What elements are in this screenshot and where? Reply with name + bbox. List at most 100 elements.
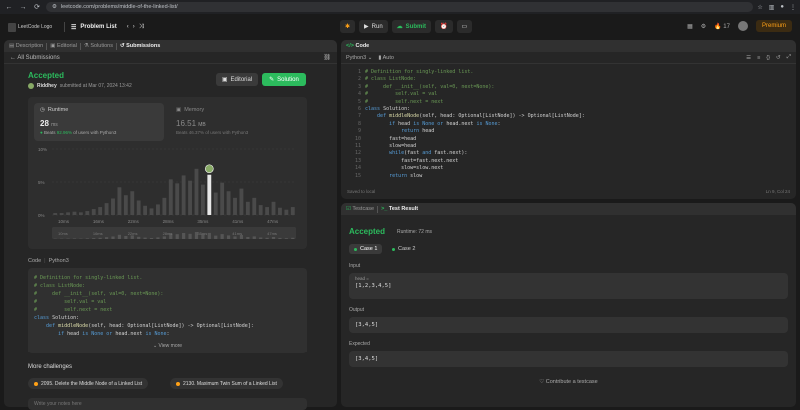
debug-button[interactable]: ✱ (340, 20, 355, 33)
tab-case-2[interactable]: Case 2 (387, 244, 420, 254)
code-editor[interactable]: 1# Definition for singly-linked list.2# … (341, 66, 796, 184)
bar[interactable] (259, 205, 263, 215)
editorial-button[interactable]: ▣Editorial (216, 73, 258, 86)
bar[interactable] (195, 169, 199, 215)
contribute-testcase-link[interactable]: ♡ Contribute a testcase (341, 379, 796, 385)
bar[interactable] (162, 198, 166, 215)
reload-icon[interactable]: ⟳ (32, 2, 42, 12)
bar[interactable] (188, 181, 192, 215)
mode-select[interactable]: ▮ Auto (378, 55, 394, 61)
bar[interactable] (265, 207, 269, 215)
braces-icon[interactable]: {} (766, 55, 770, 61)
bar[interactable] (79, 212, 83, 215)
bar[interactable] (175, 183, 179, 215)
bar[interactable] (233, 198, 237, 215)
user-avatar[interactable] (738, 21, 748, 31)
username[interactable]: Riddhey (37, 83, 57, 89)
y-tick-label: 10% (38, 147, 47, 152)
forward-icon[interactable]: → (18, 2, 28, 12)
bar[interactable] (252, 198, 256, 215)
left-panel-tabs: ▤ Description ▣ Editorial ⚗ Solutions ↺ … (4, 40, 337, 52)
memory-card[interactable]: ▣Memory 16.51 MB Beats 46.37% of users w… (170, 103, 300, 141)
bar[interactable] (137, 200, 141, 215)
language-select[interactable]: Python3 ⌄ (346, 55, 372, 61)
tab-code[interactable]: </> Code (346, 43, 369, 49)
bar[interactable] (284, 210, 288, 215)
bar[interactable] (53, 213, 57, 215)
runtime-card[interactable]: ◷Runtime 28 ms ● Beats 92.96% of users w… (34, 103, 164, 141)
bar[interactable] (98, 207, 102, 215)
streak-counter[interactable]: 🔥 17 (714, 23, 730, 30)
bar[interactable] (130, 191, 134, 215)
site-info-icon[interactable]: ⚙ (52, 4, 57, 10)
notes-button[interactable]: ▭ (457, 20, 473, 33)
bookmark-icon[interactable]: ☆ (757, 4, 762, 11)
challenge-chip[interactable]: 2095. Delete the Middle Node of a Linked… (28, 378, 148, 389)
bar[interactable] (143, 206, 147, 215)
tab-editorial[interactable]: ▣ Editorial (50, 43, 77, 49)
all-submissions-link[interactable]: ← All Submissions (10, 55, 60, 61)
range-selector[interactable] (52, 227, 296, 239)
bar[interactable] (105, 203, 109, 215)
fullscreen-icon[interactable]: ⤢ (787, 54, 791, 61)
problem-list-nav[interactable]: ☰ Problem List ‹ › ⤨ (71, 24, 144, 31)
challenge-chip[interactable]: 2130. Maximum Twin Sum of a Linked List (170, 378, 283, 389)
sidebar-icon[interactable]: ▥ (769, 4, 775, 11)
bar[interactable] (117, 187, 121, 215)
play-icon: ▶ (364, 23, 369, 30)
address-bar[interactable]: ⚙ leetcode.com/problems/middle-of-the-li… (46, 2, 753, 12)
line-number: 6 (347, 106, 361, 113)
bar[interactable] (92, 209, 96, 215)
solution-button[interactable]: ✎Solution (262, 73, 306, 86)
bar[interactable] (246, 202, 250, 215)
submit-button[interactable]: ☁Submit (392, 20, 431, 33)
tab-testcase[interactable]: ☑ Testcase (346, 206, 374, 212)
bar[interactable] (156, 204, 160, 215)
settings-icon[interactable]: ⚙ (701, 23, 706, 30)
bar[interactable] (169, 179, 173, 215)
bar[interactable] (214, 193, 218, 215)
run-button[interactable]: ▶Run (359, 20, 388, 33)
reset-icon[interactable]: ↺ (776, 55, 781, 61)
profile-icon[interactable]: ● (780, 4, 784, 11)
tab-test-result[interactable]: >_ Test Result (381, 206, 418, 212)
view-more-button[interactable]: ⌄ View more (28, 340, 307, 352)
bar[interactable] (291, 207, 295, 215)
bar[interactable] (227, 191, 231, 215)
notes-input[interactable]: Write your notes here (28, 398, 307, 410)
menu-icon[interactable]: ⋮ (790, 4, 796, 11)
layout-icon[interactable]: ▦ (687, 23, 693, 30)
prev-problem-icon[interactable]: ‹ (127, 24, 129, 30)
bar[interactable] (85, 211, 89, 215)
bar[interactable] (60, 213, 64, 215)
bookmark-icon[interactable]: ☰ (746, 55, 751, 61)
premium-button[interactable]: Premium (756, 20, 792, 32)
bar[interactable] (182, 175, 186, 215)
tab-case-1[interactable]: Case 1 (349, 244, 382, 254)
bar[interactable] (239, 189, 243, 215)
bar[interactable] (111, 199, 115, 216)
bar[interactable] (124, 195, 128, 215)
timer-button[interactable]: ⏰ (435, 20, 452, 33)
shuffle-icon[interactable]: ⤨ (139, 24, 144, 31)
expected-box: [3,4,5] (349, 351, 788, 367)
tab-description[interactable]: ▤ Description (9, 43, 43, 49)
bar-current[interactable] (207, 175, 211, 215)
leetcode-logo[interactable]: LeetCode Logo (8, 22, 58, 32)
bar[interactable] (272, 202, 276, 215)
bar[interactable] (150, 208, 154, 215)
bar[interactable] (278, 208, 282, 215)
mini-bar (86, 238, 89, 239)
bar[interactable] (66, 212, 70, 215)
back-icon[interactable]: ← (4, 2, 14, 12)
format-icon[interactable]: ≡ (757, 55, 760, 61)
lock-icon: ▮ (378, 55, 381, 61)
bar[interactable] (201, 185, 205, 215)
bar[interactable] (73, 212, 77, 215)
tab-submissions[interactable]: ↺ Submissions (120, 43, 160, 49)
bar[interactable] (220, 183, 224, 215)
next-problem-icon[interactable]: › (133, 24, 135, 30)
runtime-distribution-chart[interactable]: 10%5%0%10ms16ms22ms28ms35ms41ms47ms10ms1… (36, 145, 301, 245)
tab-solutions[interactable]: ⚗ Solutions (84, 43, 113, 49)
share-icon[interactable]: ⛓ (323, 54, 331, 61)
